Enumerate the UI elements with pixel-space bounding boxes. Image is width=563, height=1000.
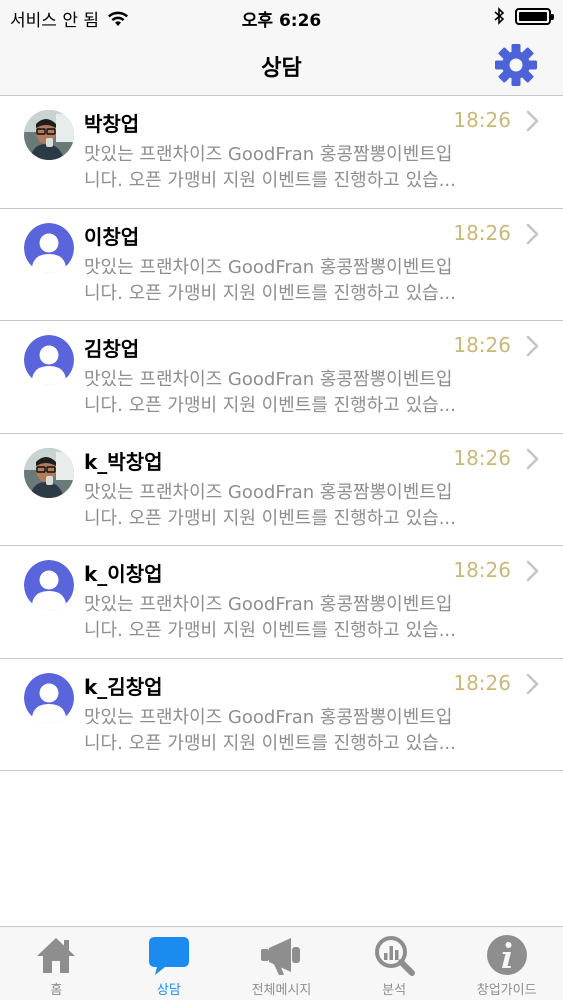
message-time: 18:26	[453, 670, 511, 695]
message-time: 18:26	[453, 445, 511, 470]
analytics-magnifier-icon	[375, 936, 416, 976]
chevron-right-icon	[526, 560, 539, 582]
conversation-row[interactable]: k_이창업 18:26 맛있는 프랜차이즈 GoodFran 홍콩짬뽕이벤트입 …	[0, 546, 563, 659]
tab-label: 창업가이드	[476, 983, 537, 998]
chevron-right-icon	[526, 448, 539, 469]
conversation-row[interactable]: 박창업 18:26 맛있는 프랜차이즈 GoodFran 홍콩짬뽕이벤트입 니다…	[0, 96, 563, 209]
bluetooth-icon	[494, 7, 505, 25]
conversation-row[interactable]: 김창업 18:26 맛있는 프랜차이즈 GoodFran 홍콩짬뽕이벤트입 니다…	[0, 321, 563, 434]
avatar	[24, 222, 74, 273]
chevron-right-icon	[526, 110, 539, 132]
chevron-right-icon	[526, 673, 539, 694]
battery-icon	[515, 7, 554, 25]
contact-name: k_이창업	[84, 562, 163, 586]
chat-bubble-icon	[148, 937, 189, 975]
message-time: 18:26	[453, 558, 511, 582]
tab-label: 홈	[50, 983, 63, 998]
avatar	[24, 560, 74, 610]
avatar	[24, 110, 74, 160]
message-preview: 맛있는 프랜차이즈 GoodFran 홍콩짬뽕이벤트입 니다. 오픈 가맹비 지…	[84, 369, 456, 416]
gear-icon[interactable]	[493, 42, 539, 88]
message-preview: 맛있는 프랜차이즈 GoodFran 홍콩짬뽕이벤트입 니다. 오픈 가맹비 지…	[84, 144, 456, 191]
message-time: 18:26	[453, 333, 511, 357]
tab-info[interactable]: 창업가이드	[450, 927, 563, 1000]
message-time: 18:26	[453, 220, 511, 245]
contact-name: k_김창업	[84, 674, 163, 699]
info-icon	[486, 935, 527, 975]
message-preview: 맛있는 프랜차이즈 GoodFran 홍콩짬뽕이벤트입 니다. 오픈 가맹비 지…	[84, 481, 456, 529]
message-time: 18:26	[453, 108, 511, 132]
message-preview: 맛있는 프랜차이즈 GoodFran 홍콩짬뽕이벤트입 니다. 오픈 가맹비 지…	[84, 594, 456, 641]
page-title: 상담	[261, 56, 302, 81]
tab-label: 전체메시지	[251, 983, 312, 998]
avatar	[24, 447, 74, 498]
home-icon	[37, 938, 76, 973]
tab-chat-bubble[interactable]: 상담	[113, 927, 226, 1000]
chevron-right-icon	[526, 335, 539, 357]
status-time: 오후 6:26	[241, 11, 322, 31]
avatar	[24, 672, 74, 723]
chevron-right-icon	[526, 223, 539, 244]
contact-name: 김창업	[84, 337, 140, 361]
megaphone-icon	[261, 938, 301, 975]
tab-home[interactable]: 홈	[0, 927, 113, 1000]
conversation-row[interactable]: 이창업 18:26 맛있는 프랜차이즈 GoodFran 홍콩짬뽕이벤트입 니다…	[0, 209, 563, 321]
avatar	[24, 335, 74, 385]
message-preview: 맛있는 프랜차이즈 GoodFran 홍콩짬뽕이벤트입 니다. 오픈 가맹비 지…	[84, 256, 456, 304]
tab-label: 상담	[156, 983, 181, 998]
navigation-bar: 상담	[0, 34, 563, 96]
status-bar: 서비스 안 됨 오후 6:26	[0, 0, 563, 34]
contact-name: 이창업	[84, 224, 140, 249]
chat-screen: 서비스 안 됨 오후 6:26 상담 박창업 18:26 맛있는 프랜차이즈 G…	[0, 0, 563, 1000]
conversation-row[interactable]: k_김창업 18:26 맛있는 프랜차이즈 GoodFran 홍콩짬뽕이벤트입 …	[0, 659, 563, 771]
tab-megaphone[interactable]: 전체메시지	[225, 927, 338, 1000]
tab-analytics-magnifier[interactable]: 분석	[338, 927, 451, 1000]
conversation-list: 박창업 18:26 맛있는 프랜차이즈 GoodFran 홍콩짬뽕이벤트입 니다…	[0, 96, 563, 771]
contact-name: 박창업	[84, 112, 140, 136]
conversation-row[interactable]: k_박창업 18:26 맛있는 프랜차이즈 GoodFran 홍콩짬뽕이벤트입 …	[0, 434, 563, 546]
tab-label: 분석	[382, 983, 407, 998]
contact-name: k_박창업	[84, 449, 163, 474]
tab-bar: 홈 상담 전체메시지 분석 창업가이드	[0, 926, 563, 1000]
message-preview: 맛있는 프랜차이즈 GoodFran 홍콩짬뽕이벤트입 니다. 오픈 가맹비 지…	[84, 706, 456, 754]
